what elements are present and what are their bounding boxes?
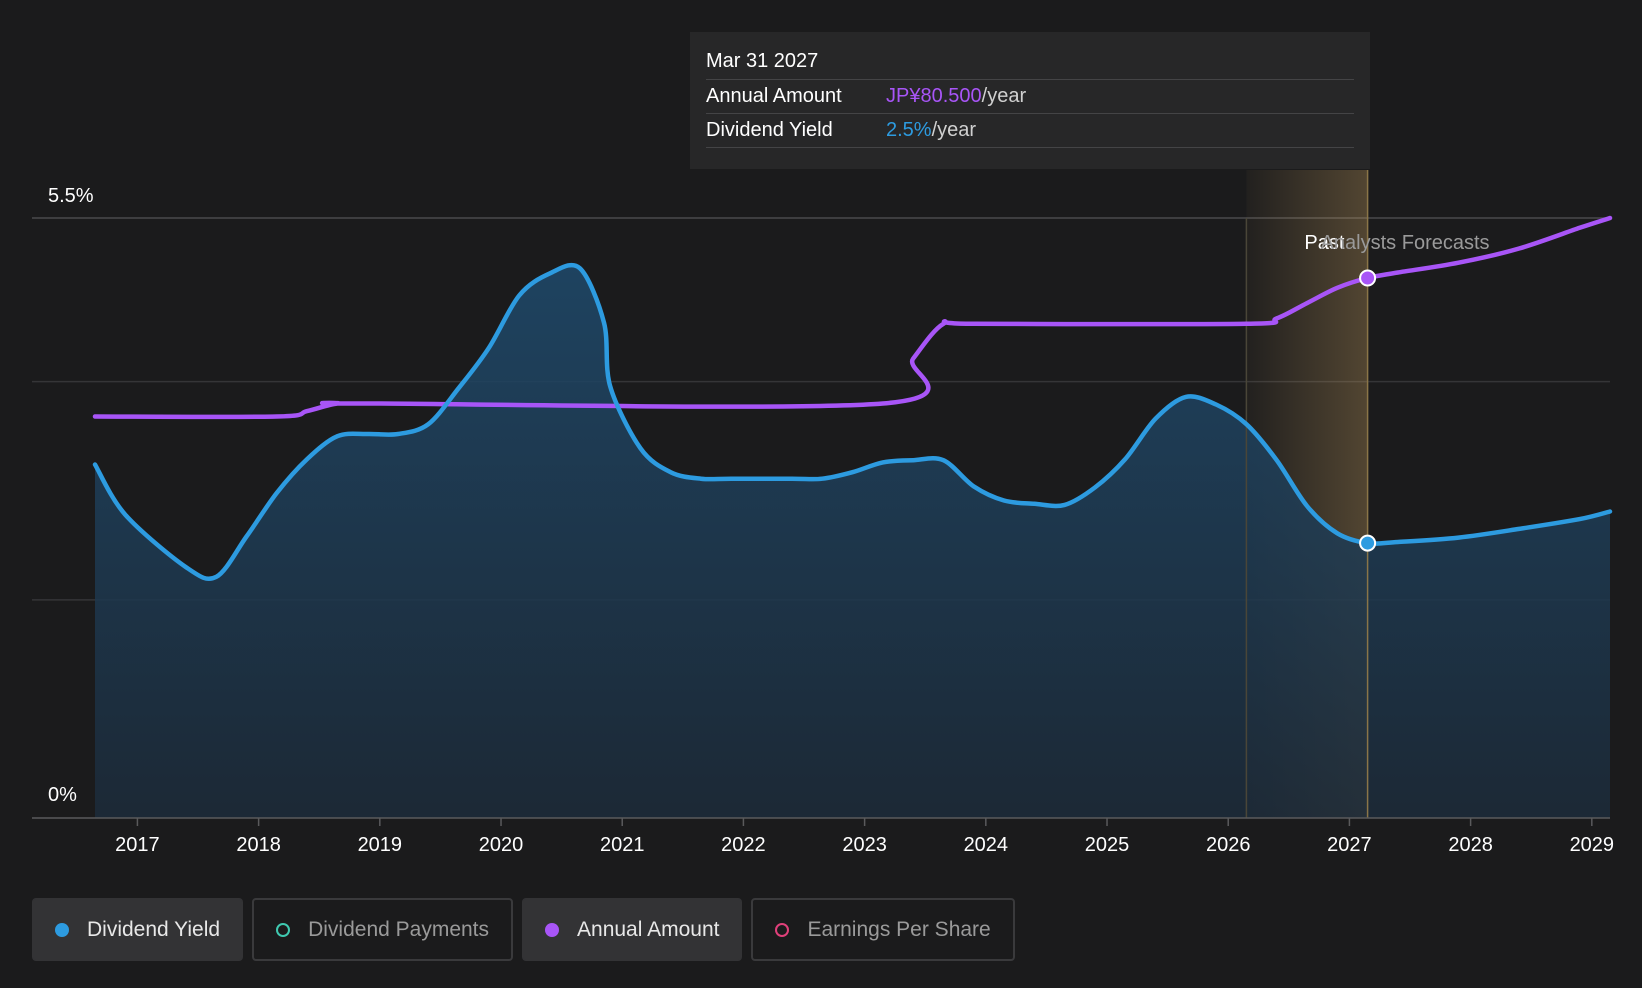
x-tick-label: 2028 <box>1448 834 1493 856</box>
tooltip-dividend-yield-unit: /year <box>931 119 977 141</box>
legend-dividend-payments-dot-icon <box>276 922 291 937</box>
x-tick-label: 2025 <box>1085 834 1130 856</box>
tooltip-date-row: Mar 31 2027 <box>706 44 1354 80</box>
x-tick-label: 2019 <box>358 834 403 856</box>
x-tick-label: 2022 <box>721 834 766 856</box>
x-tick-label: 2029 <box>1570 834 1615 856</box>
legend-earnings-per-share-label: Earnings Per Share <box>807 917 991 941</box>
x-tick-label: 2017 <box>115 834 160 856</box>
tooltip-annual-amount-label: Annual Amount <box>706 85 842 107</box>
legend-annual-amount-label: Annual Amount <box>577 917 720 941</box>
tooltip-dividend-yield-row: Dividend Yield 2.5%/year <box>706 114 1354 148</box>
legend-earnings-per-share-button[interactable]: Earnings Per Share <box>751 898 1015 961</box>
legend-dividend-yield-label: Dividend Yield <box>87 917 221 941</box>
x-tick-label: 2018 <box>236 834 281 856</box>
tooltip-annual-amount-unit: /year <box>981 85 1027 107</box>
legend-annual-amount-button[interactable]: Annual Amount <box>522 898 743 961</box>
x-tick-label: 2026 <box>1206 834 1251 856</box>
x-axis: 2017 2018 2019 2020 2021 2022 2023 2024 2025 2026… <box>32 817 1615 856</box>
tooltip-annual-amount-value: JP¥80.500 <box>886 85 982 107</box>
y-axis-top-label: 5.5% <box>48 185 94 207</box>
dividend-yield-marker <box>1359 534 1377 552</box>
x-tick-label: 2027 <box>1327 834 1372 856</box>
annual-amount-marker <box>1359 269 1377 287</box>
tooltip-date: Mar 31 2027 <box>706 50 819 72</box>
legend-dividend-payments-button[interactable]: Dividend Payments <box>252 898 514 961</box>
legend-dividend-payments-label: Dividend Payments <box>308 917 490 941</box>
x-tick-label: 2023 <box>842 834 887 856</box>
chart-legend: Dividend Yield Dividend Payments Annual … <box>32 898 1015 961</box>
legend-dividend-yield-button[interactable]: Dividend Yield <box>32 898 244 961</box>
tooltip-dividend-yield-value: 2.5% <box>886 119 932 141</box>
tooltip-annual-amount-row: Annual Amount JP¥80.500/year <box>706 80 1354 114</box>
tooltip-dividend-yield-label: Dividend Yield <box>706 119 833 141</box>
x-tick-label: 2021 <box>600 834 645 856</box>
y-axis-bottom-label: 0% <box>48 784 77 806</box>
chart-tooltip: Mar 31 2027 Annual Amount JP¥80.500/year… <box>690 32 1370 169</box>
x-tick-label: 2020 <box>479 834 524 856</box>
legend-annual-amount-dot-icon <box>545 922 560 937</box>
legend-dividend-yield-dot-icon <box>55 922 69 937</box>
forecast-region-label: Analysts Forecasts <box>1321 232 1490 254</box>
legend-earnings-per-share-dot-icon <box>775 922 790 937</box>
x-tick-label: 2024 <box>964 834 1009 856</box>
